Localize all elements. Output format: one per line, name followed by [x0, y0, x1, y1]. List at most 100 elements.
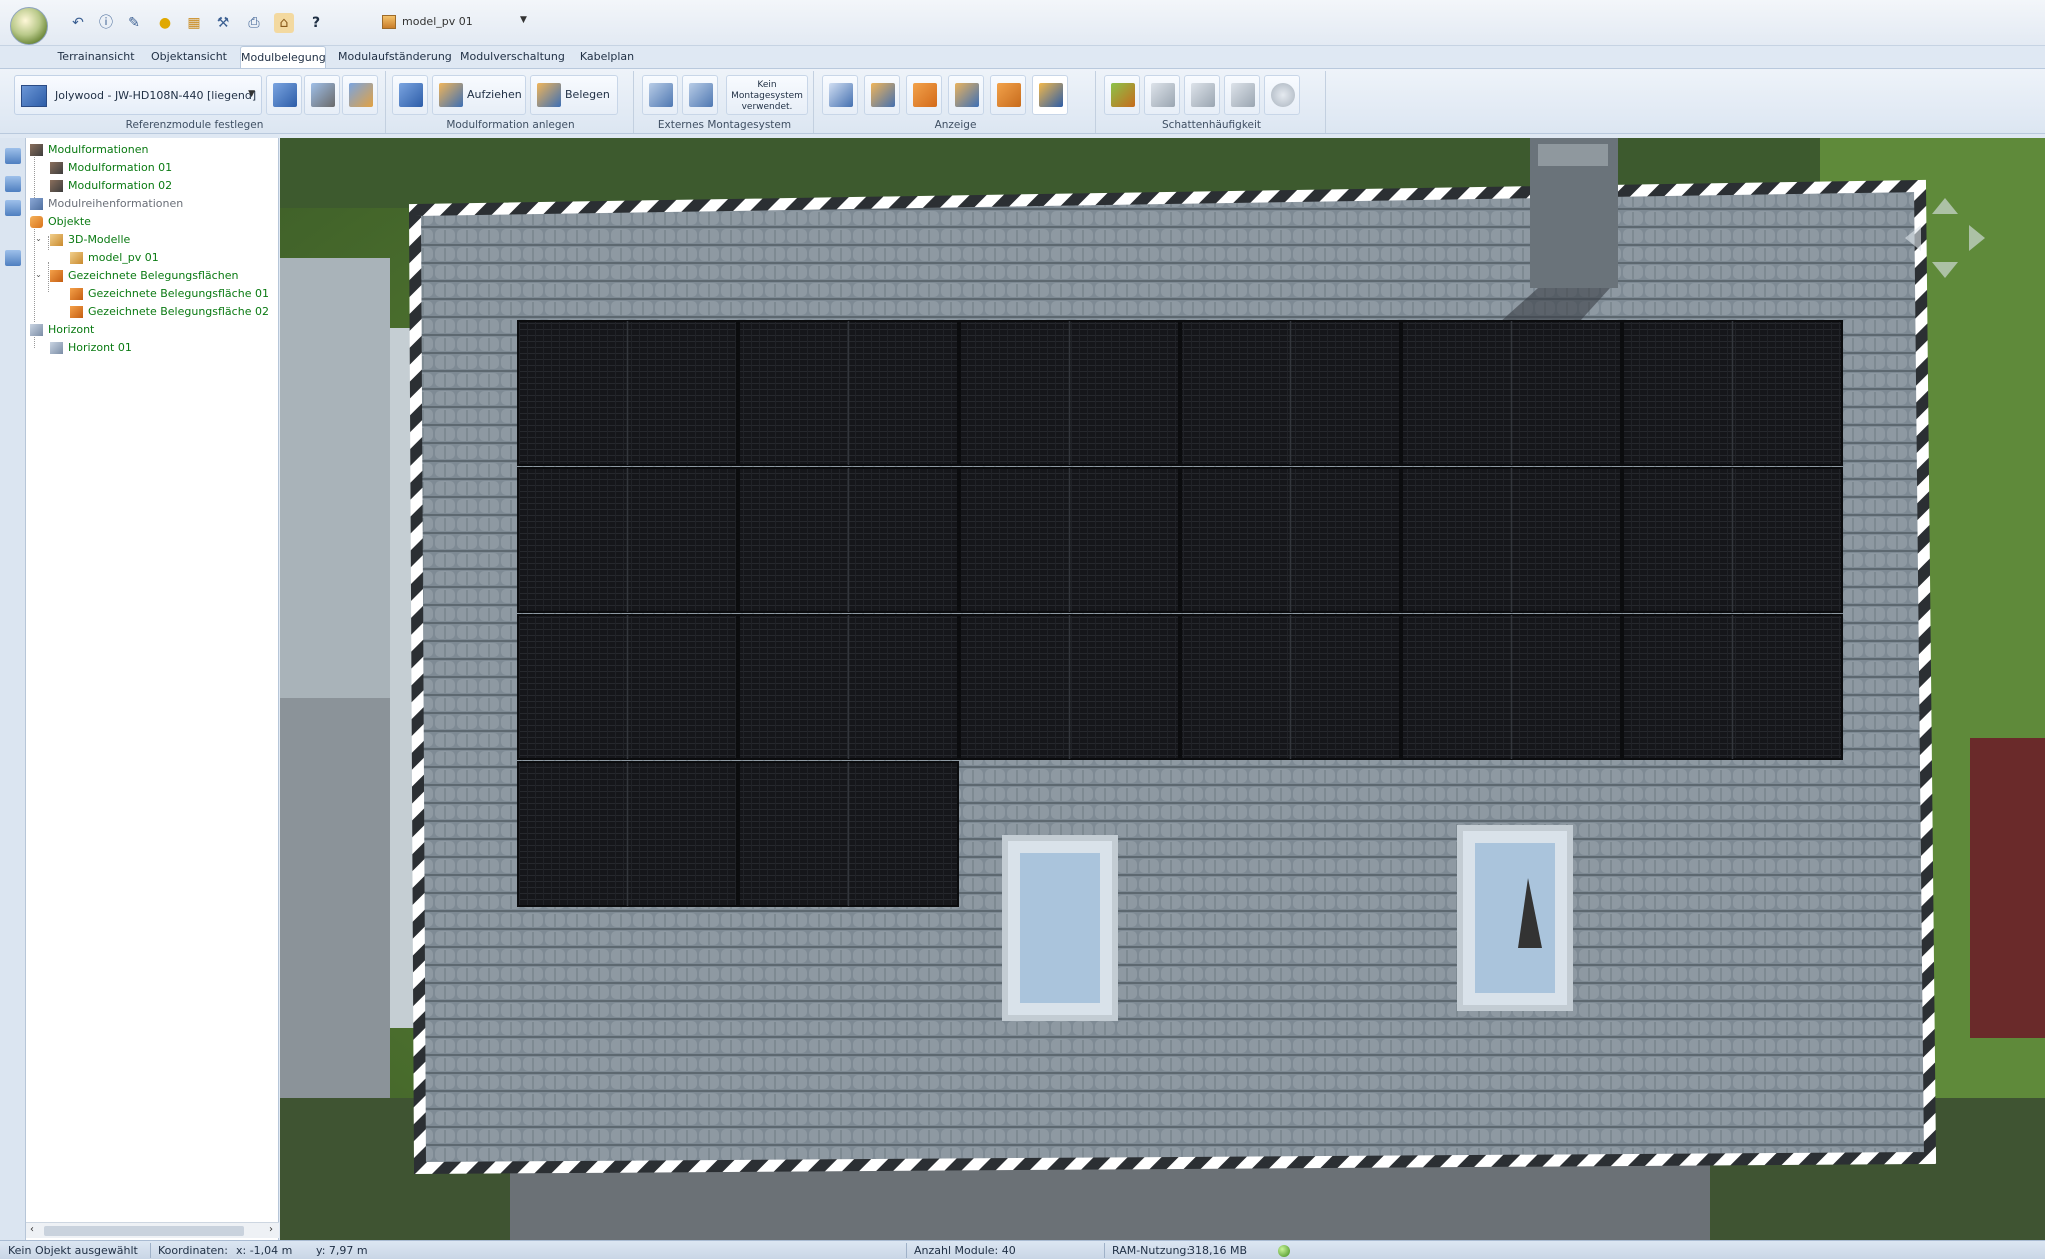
reference-module-select[interactable]: Jolywood - JW-HD108N-440 [liegend] ▼ [14, 75, 262, 115]
view-option-2-button[interactable] [864, 75, 900, 115]
tree-horizontal-scrollbar[interactable]: ‹ › [26, 1222, 279, 1238]
help-icon[interactable]: ? [306, 13, 326, 33]
house-icon[interactable]: ⌂ [274, 13, 294, 33]
view-option-4-button[interactable] [948, 75, 984, 115]
model-icon [382, 15, 396, 29]
belegen-button[interactable]: Belegen [530, 75, 618, 115]
shadow-option-5-button[interactable] [1264, 75, 1300, 115]
aufziehen-button[interactable]: Aufziehen [432, 75, 526, 115]
formation-icon [30, 144, 43, 156]
tab-kabelplan[interactable]: Kabelplan [576, 46, 638, 68]
area-icon [70, 306, 83, 318]
area-folder-icon [50, 270, 63, 282]
import-mounting-button[interactable] [642, 75, 678, 115]
group-label: Externes Montagesystem [657, 119, 792, 131]
model-folder-icon [50, 234, 63, 246]
module-formation-button[interactable] [392, 75, 428, 115]
collapse-arrow-icon[interactable]: ⌄ [34, 270, 43, 279]
module-add-icon [273, 83, 297, 107]
roof-view-icon [955, 83, 979, 107]
expand-panel-icon[interactable] [5, 148, 21, 164]
tools-icon[interactable]: ⚒ [213, 13, 233, 33]
mounting-status-button[interactable]: Kein Montagesystem verwendet. [726, 75, 808, 115]
scene-render [280, 138, 2045, 1240]
view-option-6-button[interactable] [1032, 75, 1068, 115]
ribbon: Jolywood - JW-HD108N-440 [liegend] ▼ Ref… [0, 68, 2045, 134]
objects-icon [30, 216, 43, 228]
module-icon [21, 85, 47, 107]
tab-modulbelegung[interactable]: Modulbelegung [240, 46, 326, 68]
group-referenzmodule: Jolywood - JW-HD108N-440 [liegend] ▼ Ref… [4, 71, 386, 133]
module-view-icon [871, 83, 895, 107]
shadow-terrain-icon [1111, 83, 1135, 107]
coordinates-label: Koordinaten: [158, 1244, 228, 1257]
shadow-option-3-button[interactable] [1184, 75, 1220, 115]
shadow-option-2-button[interactable] [1144, 75, 1180, 115]
shadow-module-icon [1191, 83, 1215, 107]
module-edit-button[interactable] [342, 75, 378, 115]
view-option-3-button[interactable] [906, 75, 942, 115]
shadow-option-4-button[interactable] [1224, 75, 1260, 115]
row-formation-icon [30, 198, 43, 210]
tab-objektansicht[interactable]: Objektansicht [148, 46, 230, 68]
view-option-1-button[interactable] [822, 75, 858, 115]
scroll-left-icon[interactable]: ‹ [30, 1224, 34, 1235]
horizon-icon [30, 324, 43, 336]
quick-access-toolbar: ↶ ⓘ ✎ ● ▦ ⚒ ⎙ ⌂ ? model_pv 01 ▼ [0, 0, 2045, 46]
export-mounting-button[interactable] [682, 75, 718, 115]
coordinate-x: x: -1,04 m [236, 1244, 293, 1257]
wizard-icon[interactable]: ✎ [124, 13, 144, 33]
view-option-5-button[interactable] [990, 75, 1026, 115]
reference-module-value: Jolywood - JW-HD108N-440 [liegend] [55, 89, 257, 102]
belegen-label: Belegen [565, 88, 610, 101]
grid-view-icon [829, 83, 853, 107]
area-icon [70, 288, 83, 300]
mounting-export-icon [689, 83, 713, 107]
group-label: Schattenhäufigkeit [1161, 119, 1262, 131]
coordinate-y: y: 7,97 m [316, 1244, 368, 1257]
tab-terrainansicht[interactable]: Terrainansicht [56, 46, 136, 68]
scroll-right-icon[interactable]: › [269, 1224, 273, 1235]
undo-icon[interactable]: ↶ [68, 13, 88, 33]
side-toolstrip [0, 138, 26, 1240]
collapse-arrow-icon[interactable]: ⌄ [34, 234, 43, 243]
aufziehen-label: Aufziehen [467, 88, 522, 101]
print-icon[interactable]: ⎙ [244, 13, 264, 33]
shadow-analysis-button[interactable] [1104, 75, 1140, 115]
selection-status: Kein Objekt ausgewählt [8, 1244, 138, 1257]
chevron-down-icon: ▼ [520, 15, 527, 25]
3d-viewport[interactable] [280, 138, 2045, 1240]
ram-label: RAM-Nutzung: [1112, 1244, 1191, 1257]
add-module-button[interactable] [266, 75, 302, 115]
fill-modules-icon [537, 83, 561, 107]
layout-view-icon [1039, 83, 1063, 107]
formation-icon [50, 162, 63, 174]
document-selector[interactable]: model_pv 01 ▼ [382, 13, 532, 33]
tab-modulverschaltung[interactable]: Modulverschaltung [460, 46, 565, 68]
group-schattenhaeufigkeit: Schattenhäufigkeit [1098, 71, 1326, 133]
formation-icon [50, 180, 63, 192]
drag-modules-icon [439, 83, 463, 107]
status-indicator-icon [1278, 1245, 1290, 1257]
document-title: model_pv 01 [402, 15, 473, 28]
tab-modulaufstaenderung[interactable]: Modulaufständerung [338, 46, 452, 68]
module-edit-icon [349, 83, 373, 107]
formation-icon [399, 83, 423, 107]
tree-collapse-icon[interactable] [5, 200, 21, 216]
lightbulb-icon[interactable]: ● [155, 13, 175, 33]
shadow-plane-icon [1151, 83, 1175, 107]
scrollbar-thumb[interactable] [44, 1226, 244, 1236]
app-menu-button[interactable] [10, 7, 48, 45]
info-icon[interactable]: ⓘ [96, 13, 116, 33]
module-count: Anzahl Module: 40 [914, 1244, 1016, 1257]
module-settings-button[interactable] [304, 75, 340, 115]
model-icon [70, 252, 83, 264]
object-tree: Modulformationen Modulformation 01 Modul… [26, 138, 279, 1240]
mounting-import-icon [649, 83, 673, 107]
tree-expand-icon[interactable] [5, 176, 21, 192]
ribbon-tabs: Terrainansicht Objektansicht Modulbelegu… [0, 46, 2045, 68]
tree-filter-icon[interactable] [5, 250, 21, 266]
group-label: Referenzmodule festlegen [125, 119, 264, 131]
app-window: ↶ ⓘ ✎ ● ▦ ⚒ ⎙ ⌂ ? model_pv 01 ▼ Terraina… [0, 0, 2045, 1259]
image-icon[interactable]: ▦ [184, 13, 204, 33]
